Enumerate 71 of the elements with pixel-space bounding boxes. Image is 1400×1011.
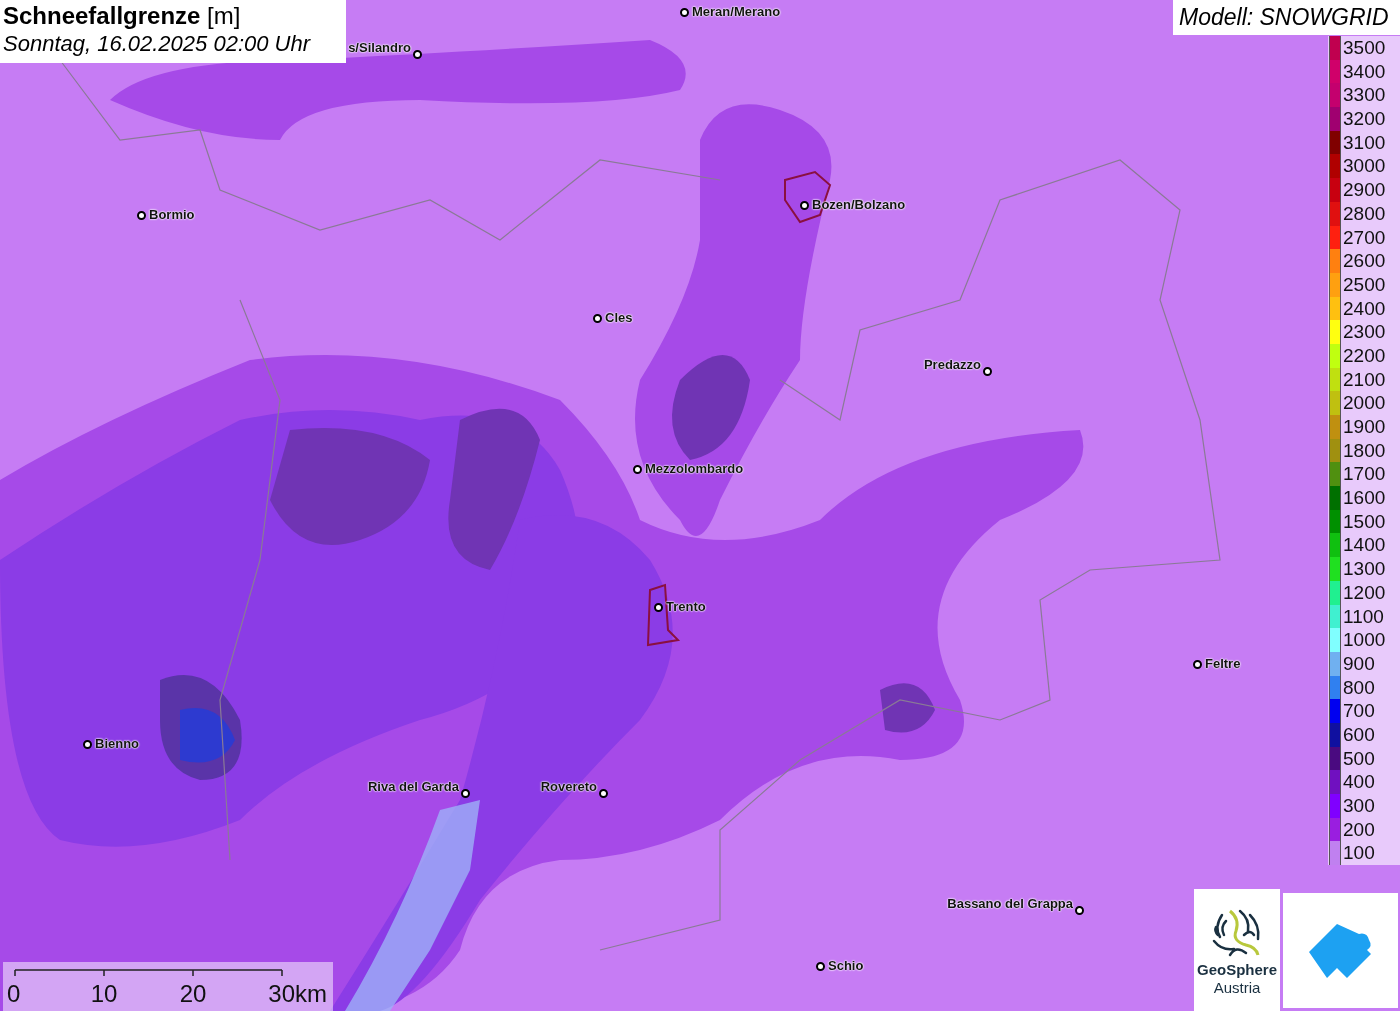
date-time-text: Sonntag, 16.02.2025 02:00 Uhr: [3, 30, 312, 58]
city-marker-icon: [800, 201, 809, 210]
legend-label: 900: [1342, 651, 1375, 676]
legend-label: 2800: [1342, 201, 1386, 226]
city-label: Riva del Garda: [367, 779, 459, 794]
legend-label: 3000: [1342, 154, 1386, 179]
legend-label: 3200: [1342, 107, 1386, 131]
legend-label: 3300: [1342, 83, 1386, 108]
legend-label: 1100: [1342, 604, 1384, 629]
scale-label: 0: [7, 979, 21, 1009]
legend-label: 3400: [1342, 59, 1386, 84]
city-marker-icon: [816, 962, 825, 971]
mountain-cloud-icon: [1308, 923, 1373, 978]
city-label: Feltre: [1205, 656, 1241, 671]
legend-label: 2400: [1342, 296, 1386, 321]
city-label: Predazzo: [923, 357, 981, 372]
legend-label: 2000: [1342, 391, 1386, 415]
legend-label: 500: [1342, 746, 1375, 771]
legend-label: 1800: [1342, 438, 1386, 463]
city-label: Bienno: [95, 736, 140, 751]
legend-label: 1000: [1342, 628, 1386, 652]
scale-label: 30km: [268, 979, 327, 1009]
scale-label: 10: [90, 979, 118, 1009]
legend-label: 1500: [1342, 509, 1386, 534]
city-marker-icon: [599, 789, 608, 798]
legend-label: 2500: [1342, 272, 1386, 297]
legend-label: 2300: [1342, 320, 1386, 344]
legend-label: 2700: [1342, 225, 1386, 250]
city-label: Schio: [828, 958, 864, 973]
city-label: Cles: [605, 310, 633, 325]
city-marker-icon: [633, 465, 642, 474]
legend-label: 2900: [1342, 178, 1386, 202]
legend-label: 3100: [1342, 130, 1386, 155]
legend-label: 400: [1342, 770, 1375, 794]
city-label: Meran/Merano: [692, 4, 781, 19]
city-marker-icon: [593, 314, 602, 323]
city-label: Mezzolombardo: [645, 461, 744, 476]
legend-label: 3500: [1342, 36, 1386, 60]
legend-label: 300: [1342, 794, 1375, 818]
legend-label: 2200: [1342, 343, 1386, 368]
legend-label: 700: [1342, 699, 1375, 723]
city-marker-icon: [1075, 906, 1084, 915]
city-label: Bassano del Grappa: [947, 896, 1073, 911]
city-marker-icon: [137, 211, 146, 220]
city-marker-icon: [461, 789, 470, 798]
legend-label: 800: [1342, 675, 1375, 700]
logo-text: GeoSphere: [1197, 961, 1277, 979]
scale-label: 20: [179, 979, 207, 1009]
city-marker-icon: [680, 8, 689, 17]
city-label: s/Silandro: [348, 40, 411, 55]
legend-label: 200: [1342, 817, 1375, 842]
legend-label: 1200: [1342, 580, 1386, 605]
legend-label: 1900: [1342, 415, 1386, 439]
city-marker-icon: [983, 367, 992, 376]
city-marker-icon: [413, 50, 422, 59]
city-marker-icon: [654, 603, 663, 612]
logo-text: Austria: [1213, 979, 1261, 997]
legend-label: 2600: [1342, 249, 1386, 273]
model-label: Modell: SNOWGRID: [1173, 0, 1400, 35]
legend-label: 1700: [1342, 462, 1386, 487]
legend-label: 100: [1342, 841, 1375, 866]
legend-label: 1600: [1342, 486, 1386, 510]
city-marker-icon: [1193, 660, 1202, 669]
city-marker-icon: [83, 740, 92, 749]
city-label: Bormio: [149, 207, 195, 222]
city-label: Rovereto: [540, 779, 597, 794]
map-title: Schneefallgrenze [m]: [3, 2, 242, 30]
legend-label: 1300: [1342, 557, 1386, 581]
legend-label: 600: [1342, 722, 1375, 747]
legend-label: 1400: [1342, 533, 1386, 558]
legend-label: 2100: [1342, 367, 1386, 392]
